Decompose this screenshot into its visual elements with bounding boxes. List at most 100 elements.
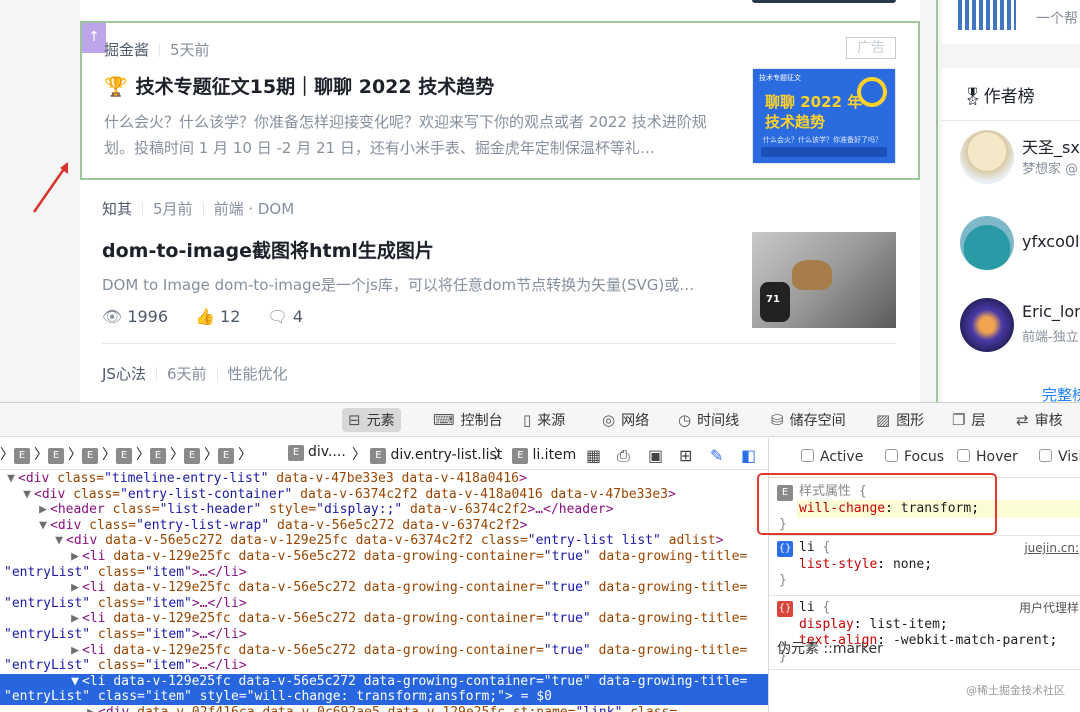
avatar[interactable] — [960, 216, 1014, 270]
dom-node[interactable]: "entryList" class="item">…</li> — [0, 658, 768, 674]
print-icon[interactable]: ⎙ — [617, 446, 630, 466]
pencil-icon[interactable]: ✎ — [710, 446, 723, 465]
tab-network[interactable]: ◎ 网络 — [596, 408, 655, 432]
ad-entry[interactable]: ↑ 掘金酱 5天前 广告 🏆 技术专题征文15期｜聊聊 2022 技术趋势 什么会火… — [80, 21, 920, 180]
author-name[interactable]: 天圣_sx — [1022, 134, 1080, 158]
entry-meta: 掘金酱 5天前 — [104, 39, 210, 60]
property-value[interactable]: -webkit-match-parent — [893, 633, 1050, 648]
avatar[interactable] — [960, 130, 1014, 184]
breadcrumb-collapsed[interactable]: 〉 E 〉 E 〉 E 〉 E 〉 E 〉 E 〉 E 〉 — [0, 444, 252, 464]
author-item[interactable]: 天圣_sx 梦想家 @ — [960, 130, 1080, 186]
declaration[interactable]: display: list-item; — [799, 617, 948, 633]
breadcrumb-item-selected[interactable]: 〉 Eli.item — [494, 444, 576, 464]
author-name[interactable]: 掘金酱 — [104, 41, 149, 59]
dom-tree[interactable]: ▼ <div class="timeline-entry-list" data-v… — [0, 471, 768, 712]
disclosure-closed-icon[interactable]: ▶ — [68, 549, 82, 565]
box-model-icon[interactable]: ▣ — [648, 446, 663, 465]
disclosure-open-icon[interactable]: ▼ — [4, 471, 18, 487]
property-name[interactable]: display — [799, 617, 854, 632]
tab-storage[interactable]: ⛁ 储存空间 — [765, 408, 852, 432]
tab-console[interactable]: ⌨ 控制台 — [427, 408, 509, 432]
entry-tags[interactable]: 前端 · DOM — [214, 200, 295, 218]
entry-title-text[interactable]: 技术专题征文15期｜聊聊 2022 技术趋势 — [136, 76, 495, 98]
disclosure-closed-icon[interactable]: ▶ — [68, 611, 82, 627]
checkbox-icon[interactable] — [885, 449, 898, 462]
dom-node[interactable]: ▶ <li data-v-129e25fc data-v-56e5c272 dat… — [0, 549, 768, 565]
author-name[interactable]: 知其 — [102, 200, 132, 218]
dom-node[interactable]: ▼ <div class="timeline-entry-list" data-v… — [0, 471, 768, 487]
author-name[interactable]: yfxco0l — [1022, 232, 1080, 251]
dom-node[interactable]: "entryList" class="item">…</li> — [0, 596, 768, 612]
avatar[interactable] — [960, 298, 1014, 352]
breadcrumb-item[interactable]: Ediv.... — [288, 444, 346, 461]
comment-icon: 🗨 — [267, 307, 288, 326]
disclosure-closed-icon[interactable]: ▶ — [68, 580, 82, 596]
selector[interactable]: li — [799, 600, 815, 615]
state-hover-checkbox[interactable]: Hover — [957, 449, 1018, 465]
breadcrumb-item[interactable]: 〉 Ediv.entry-list.list — [352, 444, 502, 464]
entry-abstract[interactable]: DOM to Image dom-to-image是一个js库，可以将任意dom… — [102, 272, 722, 298]
state-active-checkbox[interactable]: Active — [801, 449, 863, 465]
dom-node[interactable]: "entryList" class="item">…</li> — [0, 627, 768, 643]
disclosure-open-icon[interactable]: ▼ — [68, 674, 82, 690]
like-button[interactable]: 👍 12 — [195, 307, 240, 326]
author-name[interactable]: JS心法 — [102, 365, 146, 383]
entry-tags[interactable]: 性能优化 — [228, 365, 288, 383]
author-item[interactable]: Eric_lor 前端-独立 — [960, 298, 1080, 354]
property-value[interactable]: none — [893, 557, 924, 572]
article-entry[interactable]: JS心法 6天前 性能优化 — [102, 345, 896, 402]
tab-elements[interactable]: ⊟ 元素 — [342, 408, 401, 432]
layout-grid-icon[interactable]: ⊞ — [679, 446, 692, 465]
sidebar-download-card[interactable]: 一个帮 — [942, 0, 1080, 44]
dom-node[interactable]: ▼ <div class="entry-list-wrap" data-v-56e… — [0, 518, 768, 534]
disclosure-closed-icon[interactable]: ▶ — [84, 705, 98, 712]
disclosure-open-icon[interactable]: ▼ — [36, 518, 50, 534]
dom-node[interactable]: ▼ <div class="entry-list-container" data-… — [0, 487, 768, 503]
property-value[interactable]: list-item — [869, 617, 939, 632]
article-thumbnail[interactable]: 71 — [752, 232, 896, 328]
checkbox-icon[interactable] — [801, 449, 814, 462]
dom-node[interactable]: ▶ <li data-v-129e25fc data-v-56e5c272 dat… — [0, 643, 768, 659]
dom-node[interactable]: ▶ <li data-v-129e25fc data-v-56e5c272 dat… — [0, 611, 768, 627]
checkbox-icon[interactable] — [1039, 449, 1052, 462]
property-name[interactable]: list-style — [799, 557, 877, 572]
checkbox-icon[interactable] — [957, 449, 970, 462]
sidebar-toggle-icon[interactable]: ◧ — [741, 446, 756, 465]
declaration[interactable]: list-style: none; — [799, 557, 932, 573]
tab-graphics[interactable]: ▨ 图形 — [870, 408, 930, 432]
tab-timeline[interactable]: ◷ 时间线 — [672, 408, 745, 432]
disclosure-closed-icon[interactable]: ▶ — [36, 502, 50, 518]
article-entry[interactable]: 知其 5月前 前端 · DOM dom-to-image截图将html生成图片 DO… — [102, 182, 896, 344]
tab-audit[interactable]: ⇄ 审核 — [1010, 408, 1069, 432]
disclosure-open-icon[interactable]: ▼ — [52, 533, 66, 549]
dom-node-selected[interactable]: ▼ <li data-v-129e25fc data-v-56e5c272 dat… — [0, 673, 768, 690]
css-rule[interactable]: {} li { juejin.cn: list-style: none; } — [769, 540, 1080, 598]
dom-token: "true" — [543, 642, 591, 658]
disclosure-closed-icon[interactable]: ▶ — [68, 643, 82, 659]
selector[interactable]: li — [799, 540, 815, 555]
disclosure-open-icon[interactable]: ▼ — [20, 487, 34, 503]
entry-title[interactable]: dom-to-image截图将html生成图片 — [102, 236, 434, 263]
pseudo-element-header[interactable]: 伪元素 ::marker — [777, 638, 883, 658]
tab-sources[interactable]: ▯ 来源 — [517, 408, 571, 432]
state-visit-checkbox[interactable]: Visit — [1039, 449, 1080, 465]
entry-abstract[interactable]: 什么会火？什么该学？你准备怎样迎接变化呢？欢迎来写下你的观点或者 2022 技术… — [104, 109, 724, 161]
rule-source-link[interactable]: juejin.cn: — [1024, 540, 1079, 556]
entry-title[interactable]: 🏆 技术专题征文15期｜聊聊 2022 技术趋势 — [104, 72, 494, 99]
full-ranking-link[interactable]: 完整榜 — [1042, 384, 1080, 402]
author-item[interactable]: yfxco0l — [960, 216, 1080, 272]
dom-node[interactable]: ▶<div data-v-02f416ca data-v-0c692ae5 da… — [0, 705, 768, 712]
tab-layers[interactable]: ❐ 层 — [946, 408, 991, 432]
grid-overlay-icon[interactable]: ▦ — [586, 446, 601, 465]
user-agent-rule[interactable]: {} li { 用户代理样 display: list-item; text-al… — [769, 600, 1080, 672]
state-focus-checkbox[interactable]: Focus — [885, 449, 944, 465]
previous-entry-thumbnail[interactable] — [752, 0, 896, 3]
author-name[interactable]: Eric_lor — [1022, 302, 1080, 321]
dom-node-selected[interactable]: "entryList" class="item" style="will-cha… — [0, 689, 768, 705]
dom-node[interactable]: ▶ <header class="list-header" style="disp… — [0, 502, 768, 518]
dom-node[interactable]: "entryList" class="item">…</li> — [0, 565, 768, 581]
dom-node[interactable]: ▼ <div data-v-56e5c272 data-v-129e25fc da… — [0, 533, 768, 549]
ad-thumbnail[interactable]: 技术专题征文 聊聊 2022 年 技术趋势 什么会火？什么该学？你准备好了吗？ — [752, 68, 896, 164]
dom-node[interactable]: ▶ <li data-v-129e25fc data-v-56e5c272 dat… — [0, 580, 768, 596]
comment-button[interactable]: 🗨 4 — [268, 307, 304, 326]
